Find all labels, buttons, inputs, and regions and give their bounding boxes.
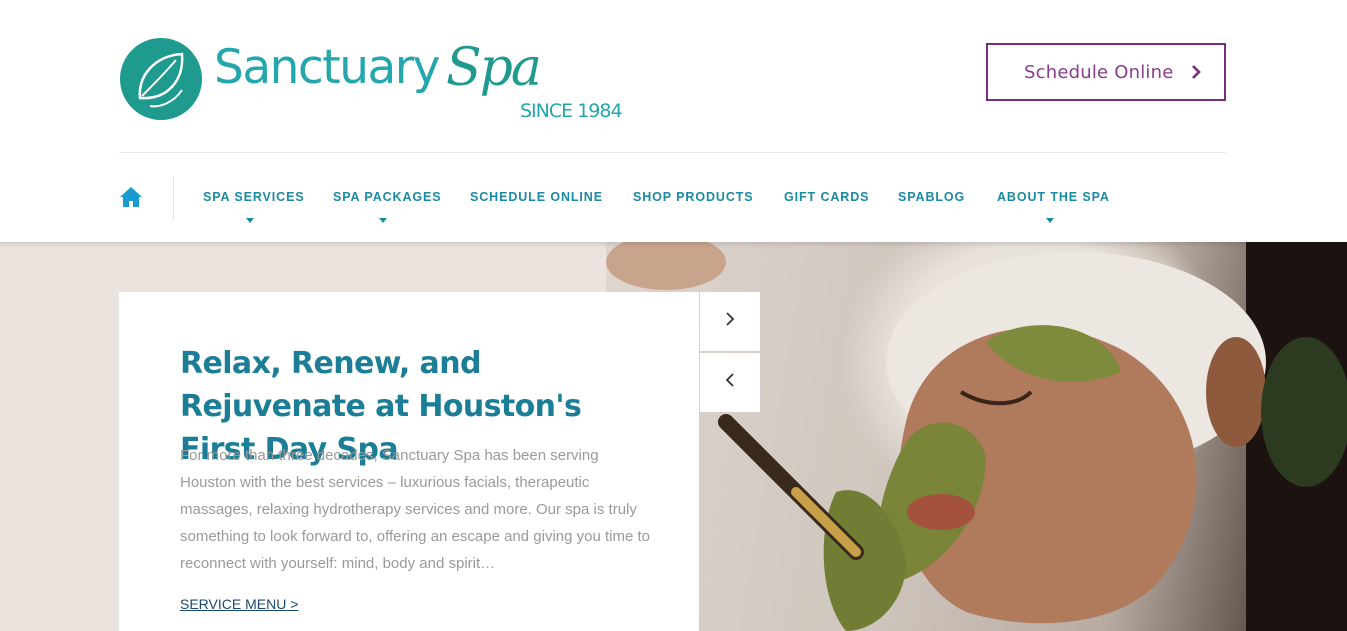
nav-item-about-the-spa[interactable]: ABOUT THE SPA: [997, 190, 1110, 204]
schedule-online-label: Schedule Online: [1024, 61, 1174, 83]
nav-item-spa-services[interactable]: SPA SERVICES: [203, 190, 305, 204]
hero-description: For more than three decades, Sanctuary S…: [180, 447, 651, 572]
chevron-left-icon: [724, 372, 736, 393]
nav-shadow: [0, 242, 1347, 248]
nav-divider: [173, 176, 174, 220]
hero-slider: Relax, Renew, and Rejuvenate at Houston'…: [0, 242, 1347, 631]
nav-item-shop-products[interactable]: SHOP PRODUCTS: [633, 190, 754, 204]
slider-next-button[interactable]: [700, 292, 760, 351]
nav-item-spa-packages[interactable]: SPA PACKAGES: [333, 190, 442, 204]
leaf-logo-icon: [120, 38, 202, 120]
chevron-right-icon: [724, 311, 736, 332]
caret-down-icon: [1046, 218, 1054, 223]
logo-name-script: Spa: [446, 38, 542, 98]
service-menu-link[interactable]: SERVICE MENU >: [180, 596, 298, 612]
logo-name-word: Sanctuary: [214, 40, 440, 95]
caret-down-icon: [246, 218, 254, 223]
nav-item-schedule-online[interactable]: SCHEDULE ONLINE: [470, 190, 603, 204]
hero-content-card: Relax, Renew, and Rejuvenate at Houston'…: [119, 292, 699, 631]
main-nav: SPA SERVICES SPA PACKAGES SCHEDULE ONLIN…: [0, 153, 1347, 242]
site-logo[interactable]: Sanctuary Spa SINCE 1984: [120, 38, 630, 134]
chevron-right-icon: [1190, 64, 1202, 80]
nav-item-spablog[interactable]: SPABLOG: [898, 190, 965, 204]
logo-tagline: SINCE 1984: [520, 100, 623, 122]
schedule-online-button[interactable]: Schedule Online: [986, 43, 1226, 101]
slider-prev-button[interactable]: [700, 353, 760, 412]
nav-item-gift-cards[interactable]: GIFT CARDS: [784, 190, 869, 204]
caret-down-icon: [379, 218, 387, 223]
home-icon[interactable]: [119, 186, 143, 208]
